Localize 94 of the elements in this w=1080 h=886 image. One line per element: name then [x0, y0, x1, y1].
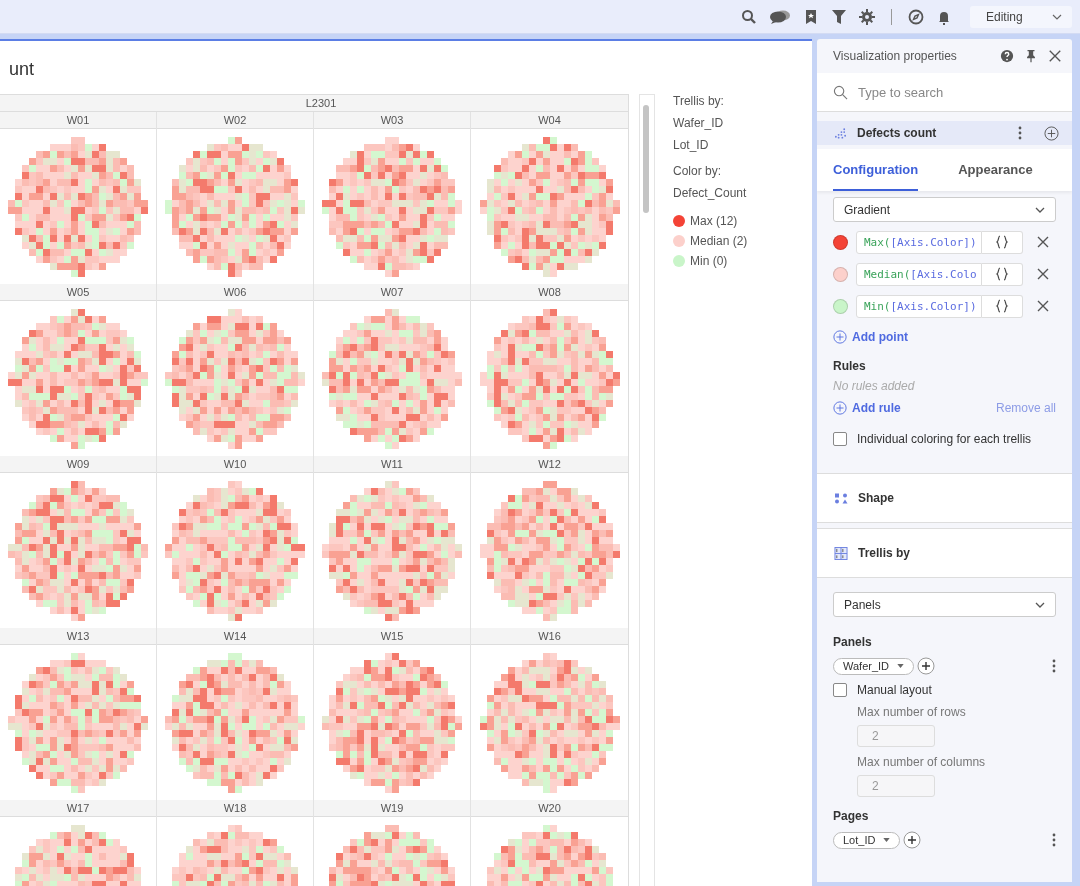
tab[interactable]: Appearance: [958, 149, 1033, 191]
expression-field[interactable]: Max([Axis.Color]): [856, 230, 982, 254]
mode-dropdown[interactable]: Editing: [970, 5, 1072, 28]
legend-label: Max (12): [690, 214, 738, 228]
trellis-mode-dropdown[interactable]: Panels: [833, 592, 1056, 617]
expression-field[interactable]: Min([Axis.Color]): [856, 294, 982, 318]
legend-title: Color by:: [673, 164, 723, 178]
bookmark-icon[interactable]: [803, 8, 819, 25]
trellis-panel-header: W09: [0, 456, 156, 473]
add-icon[interactable]: [903, 831, 922, 849]
scatter-icon: [834, 127, 847, 139]
settings-icon[interactable]: [859, 8, 875, 25]
section-label: Panels: [833, 635, 873, 649]
field-label: Max number of columns: [857, 755, 987, 769]
braces-icon: [995, 299, 1009, 313]
trellis-panel-header: W18: [157, 800, 313, 817]
help-icon[interactable]: [1000, 49, 1014, 63]
trellis-panel-header: W19: [314, 800, 470, 817]
expression-field[interactable]: Median([Axis.Colo: [856, 262, 982, 286]
color-mode-dropdown[interactable]: Gradient: [833, 197, 1056, 222]
trellis-page-header: L2301: [0, 94, 628, 112]
remove-icon[interactable]: [1037, 300, 1049, 312]
close-icon[interactable]: [1048, 49, 1062, 63]
shapes-icon: [834, 491, 848, 505]
more-options-icon[interactable]: [1052, 659, 1056, 673]
visualization-title: unt: [8, 58, 36, 76]
chevron-down-icon: [1035, 206, 1045, 213]
compass-icon[interactable]: [908, 8, 924, 25]
section-label: Rules: [833, 359, 867, 373]
section-header[interactable]: Shape: [858, 491, 894, 505]
legend-field: Defect_Count: [673, 186, 748, 200]
section-label: Pages: [833, 809, 870, 823]
expression-button[interactable]: [982, 230, 1023, 254]
legend-field: Wafer_ID: [673, 116, 748, 130]
trellis-panel-header: W17: [0, 800, 156, 817]
trellis-panel-header: W02: [157, 112, 313, 129]
search-icon: [833, 84, 848, 100]
chevron-down-icon: [1035, 601, 1045, 608]
chevron-down-icon: [1052, 13, 1062, 20]
color-swatch[interactable]: [833, 266, 848, 282]
trellis-panel-header: W08: [471, 284, 628, 301]
pin-icon[interactable]: [1024, 49, 1038, 63]
add-rule-link[interactable]: Add rule: [852, 401, 901, 415]
legend-label: Min (0): [690, 254, 728, 268]
expression-button[interactable]: [982, 294, 1023, 318]
remove-icon[interactable]: [1037, 236, 1049, 248]
add-point-link[interactable]: Add point: [852, 330, 908, 344]
field-label: Max number of rows: [857, 705, 967, 719]
tab[interactable]: Configuration: [833, 149, 919, 191]
legend-label: Median (2): [690, 234, 748, 248]
grid-icon: [834, 546, 848, 560]
checkbox[interactable]: [833, 432, 847, 446]
vertical-scrollbar[interactable]: [639, 94, 655, 886]
braces-icon: [995, 235, 1009, 249]
checkbox-label: Manual layout: [857, 683, 932, 697]
trellis-panel-header: W07: [314, 284, 470, 301]
empty-message: No rules added: [833, 379, 916, 393]
trellis-panel-header: W06: [157, 284, 313, 301]
color-swatch[interactable]: [833, 234, 848, 250]
trellis-panel-header: W14: [157, 628, 313, 645]
field-chip[interactable]: Lot_ID: [833, 831, 901, 849]
trellis-panel-header: W20: [471, 800, 628, 817]
trellis-panel-header: W15: [314, 628, 470, 645]
trellis-panel-header: W10: [157, 456, 313, 473]
remove-icon[interactable]: [1037, 268, 1049, 280]
trellis-panel-header: W03: [314, 112, 470, 129]
search-field[interactable]: Type to search: [817, 73, 1072, 112]
checkbox[interactable]: [833, 683, 847, 697]
trellis-panel-header: W16: [471, 628, 628, 645]
expression-button[interactable]: [982, 262, 1023, 286]
color-swatch[interactable]: [833, 298, 848, 314]
trellis-panel-header: W04: [471, 112, 628, 129]
trellis-panel-header: W12: [471, 456, 628, 473]
braces-icon: [995, 267, 1009, 281]
legend-title: Trellis by:: [673, 94, 725, 108]
search-icon[interactable]: [741, 8, 757, 25]
chat-icon[interactable]: [769, 8, 791, 25]
more-options-icon[interactable]: [1018, 126, 1022, 140]
search-input[interactable]: Type to search: [856, 83, 1050, 101]
add-icon[interactable]: [917, 657, 936, 675]
legend-field: Lot_ID: [673, 138, 748, 152]
section-header[interactable]: Trellis by: [858, 546, 911, 560]
caret-icon: [897, 664, 905, 668]
trellis-panel-header: W13: [0, 628, 156, 645]
filter-icon[interactable]: [831, 8, 847, 25]
panel-title: Visualization properties: [833, 49, 957, 63]
trellis-panel-header: W05: [0, 284, 156, 301]
field-chip[interactable]: Wafer_ID: [833, 657, 915, 675]
add-icon[interactable]: [1044, 125, 1059, 141]
trellis-panel-header: W11: [314, 456, 470, 473]
more-options-icon[interactable]: [1052, 833, 1056, 847]
trellis-panel-header: W01: [0, 112, 156, 129]
checkbox-label: Individual coloring for each trellis: [857, 432, 1032, 446]
caret-icon: [883, 838, 891, 842]
